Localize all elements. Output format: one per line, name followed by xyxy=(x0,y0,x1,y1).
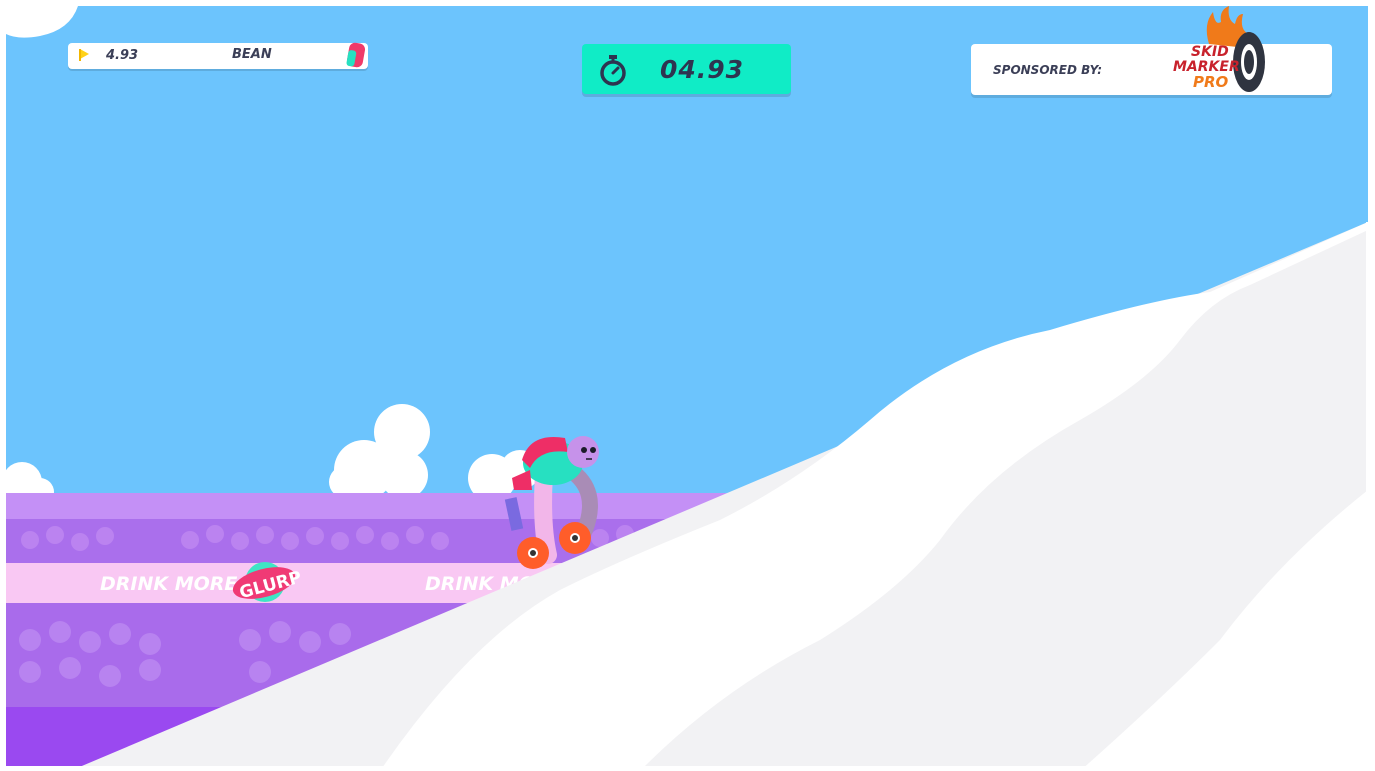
flag-icon xyxy=(78,48,90,66)
timer-value: 04.93 xyxy=(660,55,745,84)
leaderboard-entry: 4.93 BEAN xyxy=(68,42,368,69)
player-avatar-icon xyxy=(346,41,366,73)
banner-text-1: DRINK MORE xyxy=(100,573,237,595)
sponsor-label: SPONSORED BY: xyxy=(993,63,1103,77)
game-scene: DRINK MORE GLURP DRINK MO xyxy=(0,0,1375,771)
logo-line-1: SKID xyxy=(1191,44,1229,60)
stopwatch-icon xyxy=(598,54,628,92)
logo-line-3: PRO xyxy=(1193,73,1229,91)
leaderboard-name: BEAN xyxy=(232,47,272,62)
leaderboard-time: 4.93 xyxy=(106,48,139,63)
sponsor-panel: SPONSORED BY: SKID MARKER PRO xyxy=(971,6,1332,95)
race-timer: 04.93 xyxy=(582,44,791,94)
skid-marker-pro-logo: SKID MARKER PRO xyxy=(1139,4,1269,102)
